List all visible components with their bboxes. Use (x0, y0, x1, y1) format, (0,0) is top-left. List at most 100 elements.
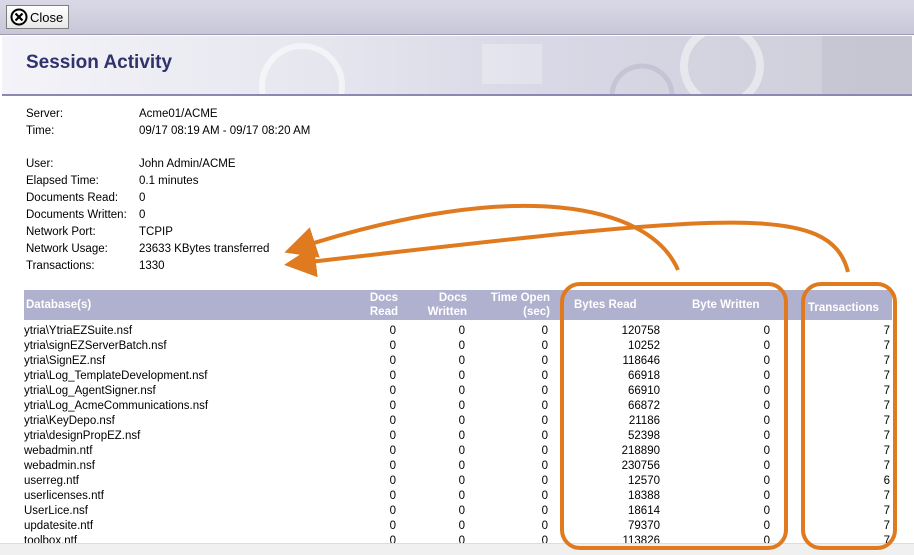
bytes-read-cell: 52398 (628, 430, 660, 442)
table-row[interactable]: ytria\designPropEZ.nsf 0 0 0 52398 0 7 (24, 429, 892, 444)
table-row[interactable]: ytria\Log_AcmeCommunications.nsf 0 0 0 66872… (24, 399, 892, 414)
table-row[interactable]: webadmin.nsf 0 0 0 230756 0 7 (24, 459, 892, 474)
transactions-cell: 7 (883, 355, 890, 367)
column-header-byte-written[interactable]: Byte Written (692, 298, 760, 312)
user-value: John Admin/ACME (139, 158, 236, 170)
transactions-cell: 7 (883, 430, 890, 442)
column-header-bytes-read[interactable]: Bytes Read (574, 298, 637, 312)
info-row-network-port: Network Port: TCPIP (26, 224, 269, 241)
transactions-cell: 7 (883, 325, 890, 337)
time-open-cell: 0 (541, 460, 548, 472)
docs-written-cell: 0 (458, 385, 465, 397)
docs-read-cell: 0 (389, 415, 396, 427)
database-name: ytria\KeyDepo.nsf (24, 415, 115, 427)
docs-written-cell: 0 (458, 430, 465, 442)
table-row[interactable]: webadmin.ntf 0 0 0 218890 0 7 (24, 444, 892, 459)
docs-written-cell: 0 (458, 325, 465, 337)
bytes-read-cell: 10252 (628, 340, 660, 352)
database-name: ytria\SignEZ.nsf (24, 355, 106, 367)
transactions-cell: 7 (883, 460, 890, 472)
byte-written-cell: 0 (763, 400, 770, 412)
table-row[interactable]: ytria\Log_AgentSigner.nsf 0 0 0 66910 0 7 (24, 384, 892, 399)
time-open-cell: 0 (541, 415, 548, 427)
database-name: ytria\Log_TemplateDevelopment.nsf (24, 370, 208, 382)
bytes-read-cell: 120758 (621, 325, 660, 337)
byte-written-cell: 0 (763, 370, 770, 382)
byte-written-cell: 0 (763, 475, 770, 487)
table-row[interactable]: UserLice.nsf 0 0 0 18614 0 7 (24, 504, 892, 519)
database-name: ytria\designPropEZ.nsf (24, 430, 141, 442)
time-open-cell: 0 (541, 475, 548, 487)
time-open-cell: 0 (541, 520, 548, 532)
byte-written-cell: 0 (763, 415, 770, 427)
time-value: 09/17 08:19 AM - 09/17 08:20 AM (139, 125, 311, 137)
byte-written-cell: 0 (763, 340, 770, 352)
bytes-read-cell: 118646 (622, 355, 660, 367)
info-row-transactions: Transactions: 1330 (26, 258, 269, 275)
docs-read-cell: 0 (389, 355, 396, 367)
column-header-docs-read[interactable]: Docs Read (350, 291, 398, 319)
docs-read-cell: 0 (389, 400, 396, 412)
column-header-database[interactable]: Database(s) (26, 298, 91, 312)
info-row-elapsed: Elapsed Time: 0.1 minutes (26, 173, 269, 190)
database-name: webadmin.ntf (24, 445, 93, 457)
database-name: UserLice.nsf (24, 505, 88, 517)
table-body: ytria\YtriaEZSuite.nsf 0 0 0 120758 0 7 ytria\s… (24, 324, 892, 554)
docs-written-label: Documents Written: (26, 209, 127, 221)
user-label: User: (26, 158, 54, 170)
elapsed-value: 0.1 minutes (139, 175, 199, 187)
transactions-cell: 7 (883, 490, 890, 502)
docs-written-cell: 0 (458, 460, 465, 472)
table-row[interactable]: userlicenses.ntf 0 0 0 18388 0 7 (24, 489, 892, 504)
server-info: Server: Acme01/ACME Time: 09/17 08:19 AM… (26, 106, 310, 140)
info-row-user: User: John Admin/ACME (26, 156, 269, 173)
column-header-time-open[interactable]: Time Open (sec) (476, 291, 550, 319)
docs-written-cell: 0 (458, 340, 465, 352)
database-name: ytria\YtriaEZSuite.nsf (24, 325, 133, 337)
docs-written-cell: 0 (458, 505, 465, 517)
transactions-cell: 7 (883, 445, 890, 457)
table-row[interactable]: userreg.ntf 0 0 0 12570 0 6 (24, 474, 892, 489)
network-port-value: TCPIP (139, 226, 173, 238)
bytes-read-cell: 18614 (628, 505, 660, 517)
network-port-label: Network Port: (26, 226, 96, 238)
byte-written-cell: 0 (763, 460, 770, 472)
column-header-transactions[interactable]: Transactions (808, 301, 879, 315)
table-row[interactable]: ytria\signEZServerBatch.nsf 0 0 0 10252 0 7 (24, 339, 892, 354)
table-row[interactable]: ytria\KeyDepo.nsf 0 0 0 21186 0 7 (24, 414, 892, 429)
byte-written-cell: 0 (763, 490, 770, 502)
elapsed-label: Elapsed Time: (26, 175, 99, 187)
info-row-docs-written: Documents Written: 0 (26, 207, 269, 224)
transactions-label: Transactions: (26, 260, 95, 272)
horizontal-scrollbar[interactable] (0, 543, 914, 555)
table-row[interactable]: updatesite.ntf 0 0 0 79370 0 7 (24, 519, 892, 534)
transactions-value: 1330 (139, 260, 165, 272)
toolbar: Close (0, 0, 914, 35)
docs-written-cell: 0 (458, 355, 465, 367)
time-open-cell: 0 (541, 355, 548, 367)
page-title: Session Activity (26, 52, 173, 73)
close-icon (10, 8, 28, 26)
byte-written-cell: 0 (763, 520, 770, 532)
database-name: webadmin.nsf (24, 460, 95, 472)
docs-written-cell: 0 (458, 400, 465, 412)
table-row[interactable]: ytria\SignEZ.nsf 0 0 0 118646 0 7 (24, 354, 892, 369)
time-open-cell: 0 (541, 385, 548, 397)
column-header-docs-written[interactable]: Docs Written (417, 291, 467, 319)
network-usage-value: 23633 KBytes transferred (139, 243, 270, 255)
page-header: Session Activity (2, 36, 912, 96)
docs-written-cell: 0 (458, 490, 465, 502)
docs-read-value: 0 (139, 192, 146, 204)
docs-read-cell: 0 (389, 325, 396, 337)
database-name: userlicenses.ntf (24, 490, 104, 502)
arrow-to-network-usage (284, 203, 680, 271)
info-row-time: Time: 09/17 08:19 AM - 09/17 08:20 AM (26, 123, 310, 140)
bytes-read-cell: 21186 (628, 415, 660, 427)
table-row[interactable]: ytria\YtriaEZSuite.nsf 0 0 0 120758 0 7 (24, 324, 892, 339)
table-row[interactable]: ytria\Log_TemplateDevelopment.nsf 0 0 0 6691… (24, 369, 892, 384)
docs-read-cell: 0 (389, 385, 396, 397)
close-button[interactable]: Close (6, 5, 70, 29)
info-row-server: Server: Acme01/ACME (26, 106, 310, 123)
bytes-read-cell: 66910 (628, 385, 660, 397)
docs-read-cell: 0 (389, 520, 396, 532)
